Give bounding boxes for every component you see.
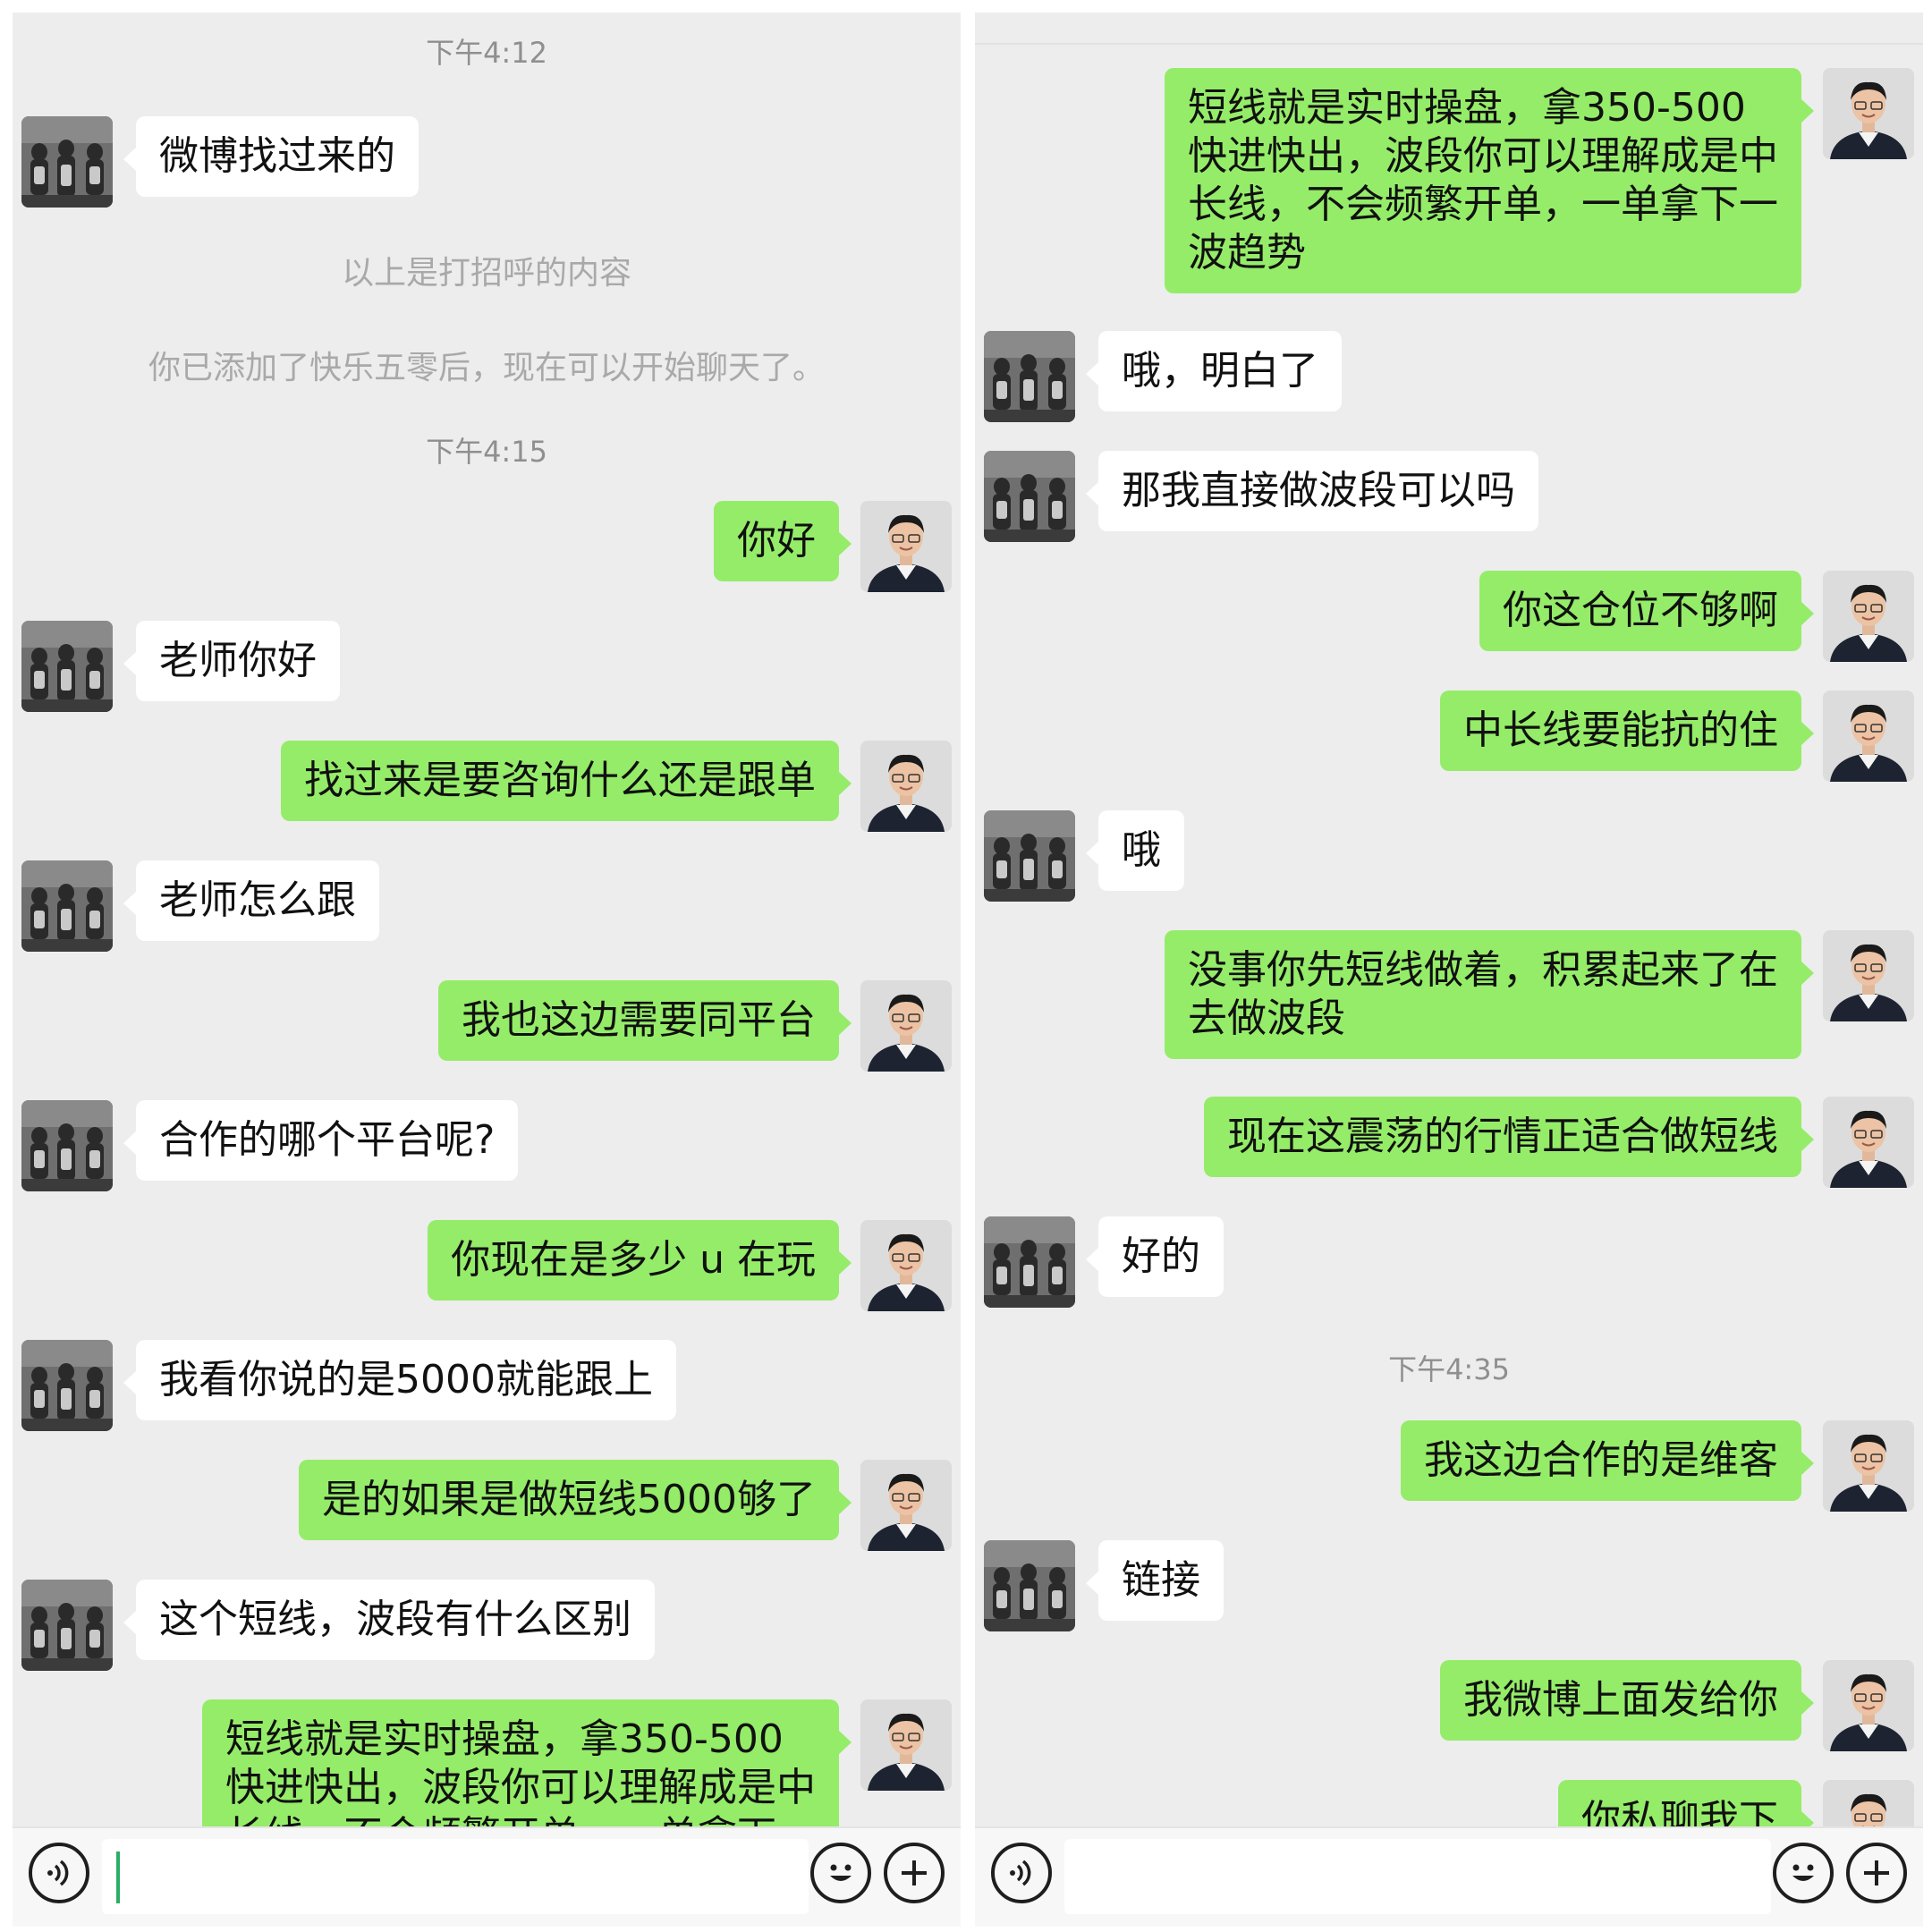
message-bubble[interactable]: 短线就是实时操盘，拿350-500 快进快出，波段你可以理解成是中 长线，不会频… [202, 1699, 852, 1828]
timestamp: 下午4:35 [1388, 1352, 1510, 1386]
message-bubble[interactable]: 我这边合作的是维客 [1401, 1420, 1814, 1501]
message-list[interactable]: 下午4:12 微博找过来的 以上是打招呼的内容 你已添加了快乐五零后，现在可以开… [13, 13, 961, 1828]
message-bubble[interactable]: 我微博上面发给你 [1440, 1660, 1814, 1741]
contact-avatar[interactable] [984, 810, 1075, 902]
my-avatar[interactable] [1823, 571, 1914, 662]
timestamp: 下午4:12 [426, 36, 547, 70]
message-bubble[interactable]: 是的如果是做短线5000够了 [299, 1460, 852, 1540]
message-bubble[interactable]: 合作的哪个平台呢? [123, 1100, 519, 1181]
contact-avatar[interactable] [984, 1540, 1075, 1631]
my-avatar[interactable] [1823, 1660, 1914, 1751]
my-avatar[interactable] [1823, 68, 1914, 159]
my-avatar[interactable] [1823, 1097, 1914, 1188]
contact-avatar[interactable] [984, 451, 1075, 542]
message-bubble[interactable]: 没事你先短线做着，积累起来了在 去做波段 [1165, 930, 1814, 1059]
contact-avatar[interactable] [984, 331, 1075, 422]
contact-avatar[interactable] [21, 1340, 113, 1431]
voice-icon[interactable] [29, 1843, 89, 1903]
message-bubble[interactable]: 你好 [714, 501, 852, 581]
message-bubble[interactable]: 我也这边需要同平台 [438, 980, 852, 1061]
message-bubble[interactable]: 链接 [1086, 1540, 1224, 1621]
message-bubble[interactable]: 哦，明白了 [1086, 331, 1342, 411]
input-bar [13, 1826, 961, 1927]
message-bubble[interactable]: 我看你说的是5000就能跟上 [123, 1340, 676, 1420]
message-bubble[interactable]: 找过来是要咨询什么还是跟单 [281, 741, 852, 821]
message-bubble[interactable]: 老师怎么跟 [123, 860, 379, 941]
message-bubble[interactable]: 那我直接做波段可以吗 [1086, 451, 1538, 531]
message-bubble[interactable]: 现在这震荡的行情正适合做短线 [1204, 1097, 1814, 1177]
my-avatar[interactable] [860, 980, 952, 1072]
contact-avatar[interactable] [21, 860, 113, 952]
my-avatar[interactable] [860, 1460, 952, 1551]
my-avatar[interactable] [1823, 930, 1914, 1021]
text-cursor [116, 1852, 120, 1903]
chat-panel-right: 短线就是实时操盘，拿350-500 快进快出，波段你可以理解成是中 长线，不会频… [975, 13, 1923, 1927]
contact-avatar[interactable] [21, 1580, 113, 1671]
my-avatar[interactable] [860, 501, 952, 592]
my-avatar[interactable] [860, 1220, 952, 1311]
message-input[interactable] [1064, 1839, 1771, 1914]
contact-avatar[interactable] [984, 1216, 1075, 1308]
my-avatar[interactable] [1823, 691, 1914, 782]
plus-icon[interactable] [1846, 1843, 1907, 1903]
message-input[interactable] [102, 1839, 809, 1914]
message-bubble[interactable]: 哦 [1086, 810, 1184, 891]
emoji-icon[interactable] [810, 1843, 871, 1903]
message-bubble[interactable]: 你现在是多少 u 在玩 [428, 1220, 852, 1301]
emoji-icon[interactable] [1773, 1843, 1834, 1903]
input-bar [975, 1826, 1923, 1927]
system-message: 你已添加了快乐五零后，现在可以开始聊天了。 [148, 350, 825, 386]
contact-avatar[interactable] [21, 1100, 113, 1191]
my-avatar[interactable] [860, 1699, 952, 1791]
message-bubble[interactable]: 好的 [1086, 1216, 1224, 1297]
message-bubble[interactable]: 老师你好 [123, 621, 340, 701]
my-avatar[interactable] [1823, 1780, 1914, 1828]
contact-avatar[interactable] [21, 621, 113, 712]
plus-icon[interactable] [884, 1843, 945, 1903]
message-bubble[interactable]: 微博找过来的 [123, 116, 419, 197]
message-bubble[interactable]: 你这仓位不够啊 [1479, 571, 1814, 651]
voice-icon[interactable] [991, 1843, 1052, 1903]
system-message: 以上是打招呼的内容 [341, 255, 631, 292]
message-bubble[interactable]: 这个短线，波段有什么区别 [123, 1580, 655, 1660]
my-avatar[interactable] [860, 741, 952, 832]
message-list[interactable]: 短线就是实时操盘，拿350-500 快进快出，波段你可以理解成是中 长线，不会频… [975, 13, 1923, 1828]
chat-panel-left: 下午4:12 微博找过来的 以上是打招呼的内容 你已添加了快乐五零后，现在可以开… [13, 13, 961, 1927]
contact-avatar[interactable] [21, 116, 113, 208]
timestamp: 下午4:15 [426, 435, 547, 469]
message-bubble[interactable]: 你私聊我下 [1558, 1780, 1814, 1828]
my-avatar[interactable] [1823, 1420, 1914, 1512]
message-bubble[interactable]: 短线就是实时操盘，拿350-500 快进快出，波段你可以理解成是中 长线，不会频… [1165, 68, 1814, 293]
message-bubble[interactable]: 中长线要能抗的住 [1440, 691, 1814, 771]
